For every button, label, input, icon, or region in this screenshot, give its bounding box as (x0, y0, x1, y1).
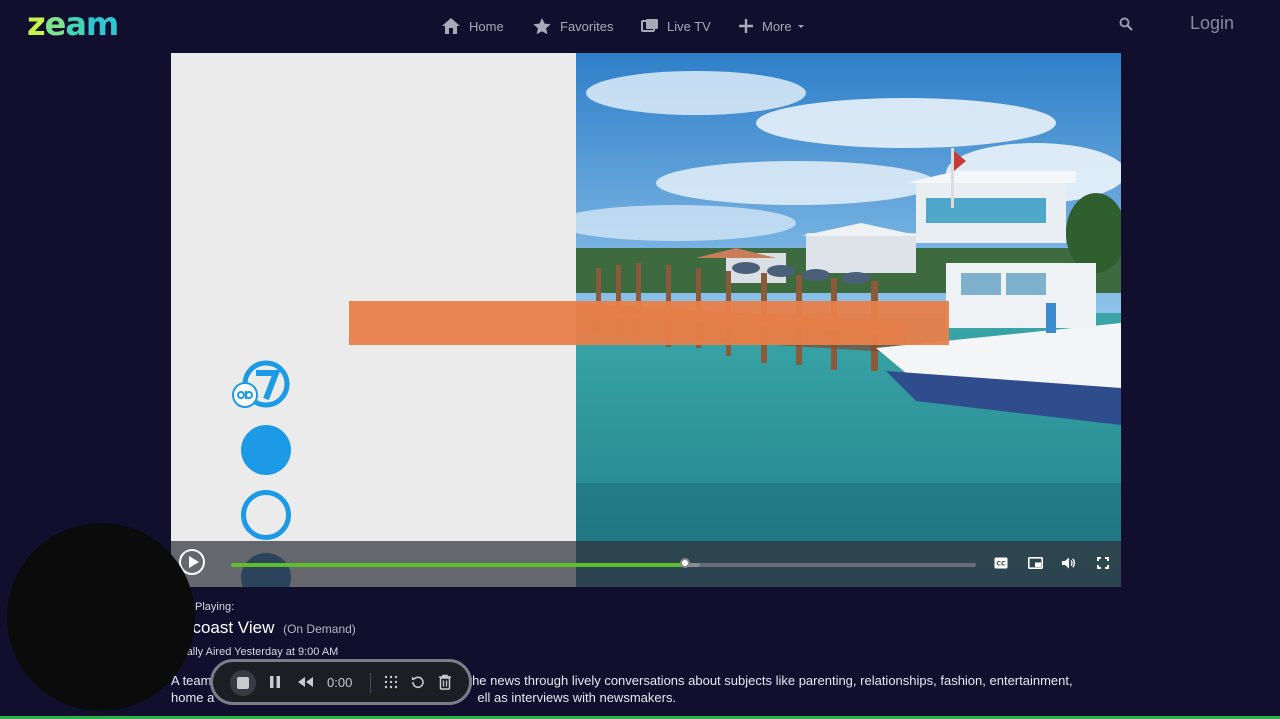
rewind-icon[interactable] (297, 676, 315, 688)
nav-live-tv[interactable]: Live TV (641, 14, 711, 38)
stop-recording-button[interactable] (230, 670, 256, 696)
description-text: A team (171, 673, 212, 688)
on-demand-tag: (On Demand) (283, 622, 356, 636)
recording-toolbar: 0:00 (210, 659, 472, 705)
progress-bar[interactable] (231, 558, 976, 568)
nav-home[interactable]: Home (441, 14, 504, 38)
description-text: home a (171, 690, 215, 705)
home-icon (442, 18, 460, 34)
blue-circle-graphic (241, 425, 291, 475)
picture-in-picture-icon[interactable] (1028, 557, 1043, 569)
logo-letter: m (85, 5, 119, 43)
closed-captions-icon[interactable]: CC (994, 557, 1008, 569)
recording-timer: 0:00 (327, 675, 353, 690)
description-text: the news through lively conversations ab… (468, 673, 1073, 688)
plus-icon (739, 19, 753, 33)
star-icon (533, 17, 551, 34)
nav-more[interactable]: More (738, 14, 806, 38)
trash-icon[interactable] (438, 674, 452, 690)
now-playing-label: Playing: (195, 601, 235, 613)
fullscreen-icon[interactable] (1097, 557, 1109, 569)
zeam-logo[interactable]: zeam (27, 5, 119, 43)
search-button[interactable] (1119, 17, 1133, 36)
search-icon (1119, 17, 1133, 31)
top-navigation: zeam Home Favorites Live TV More Login (0, 0, 1280, 50)
blue-ring-graphic (241, 490, 291, 540)
svg-text:CC: CC (996, 560, 1006, 568)
orange-graphic-bar (349, 301, 949, 345)
volume-icon[interactable] (1062, 557, 1076, 569)
restart-icon[interactable] (411, 675, 425, 689)
nav-favorites-label: Favorites (560, 18, 614, 34)
nav-more-label: More (762, 18, 792, 34)
show-title: ncoast View (On Demand) (183, 618, 356, 638)
toolbar-divider (370, 673, 371, 693)
logo-letter: a (65, 5, 87, 43)
grid-icon[interactable] (384, 675, 398, 689)
nav-favorites[interactable]: Favorites (532, 14, 613, 38)
progress-fill (231, 563, 686, 567)
player-controls: CC (171, 541, 1121, 587)
video-player[interactable]: CC (171, 53, 1121, 587)
aired-date: ginally Aired Yesterday at 9:00 AM (172, 646, 339, 658)
logo-letter: e (44, 5, 67, 43)
login-link[interactable]: Login (1190, 13, 1234, 34)
abc7-logo (232, 360, 290, 408)
webcam-overlay (7, 523, 195, 711)
pause-icon[interactable] (269, 675, 281, 689)
nav-live-tv-label: Live TV (667, 18, 711, 34)
logo-letter: z (27, 5, 46, 43)
description-text: ell as interviews with newsmakers. (477, 690, 677, 705)
caret-down-icon (797, 25, 804, 28)
live-tv-icon (641, 19, 658, 32)
nav-home-label: Home (469, 18, 504, 34)
show-title-text: ncoast View (183, 618, 275, 637)
